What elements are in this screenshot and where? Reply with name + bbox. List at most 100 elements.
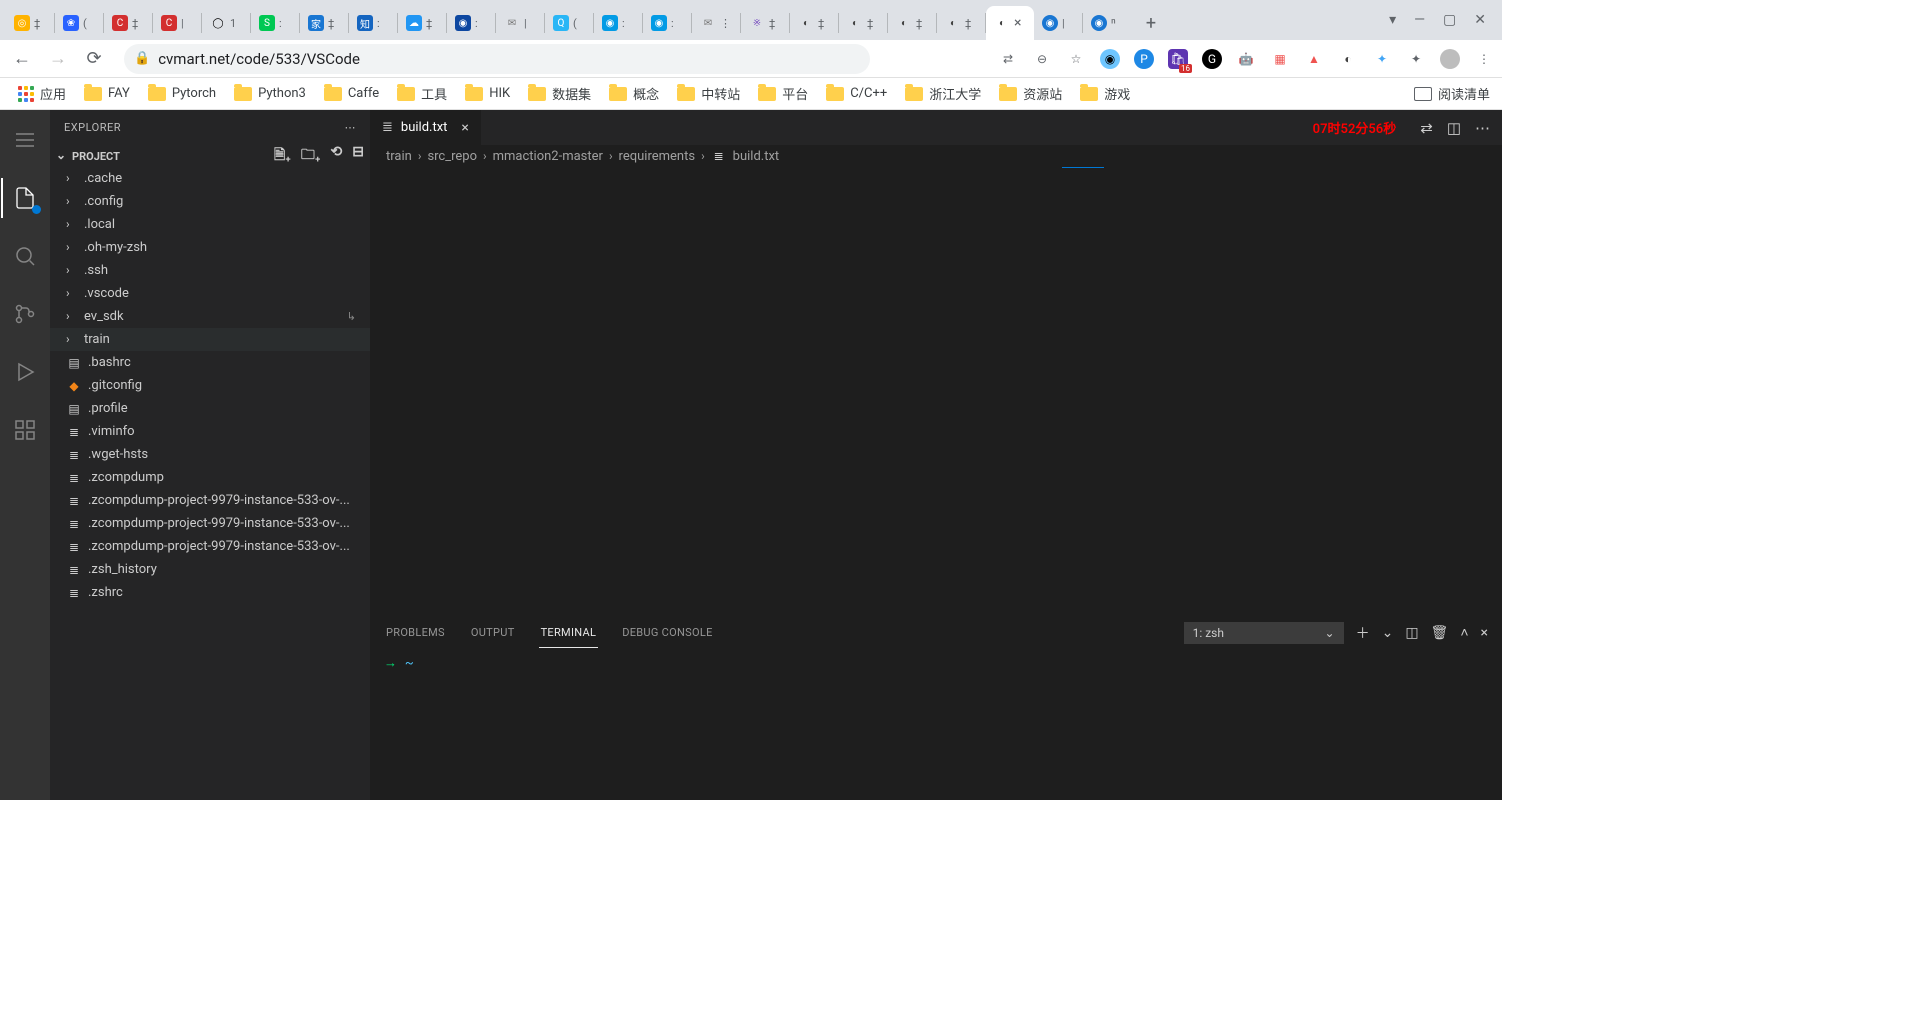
apps-shortcut[interactable]: 应用 bbox=[12, 80, 72, 107]
bookmark-folder[interactable]: 游戏 bbox=[1074, 80, 1136, 107]
new-folder-icon[interactable]: 🗀₊ bbox=[301, 144, 321, 168]
chevron-down-icon[interactable]: ▾ bbox=[1389, 12, 1396, 28]
bookmark-folder[interactable]: FAY bbox=[78, 82, 136, 105]
browser-tab[interactable]: ※‡ bbox=[741, 6, 789, 40]
bookmark-folder[interactable]: 平台 bbox=[752, 80, 814, 107]
tree-file[interactable]: ≣.zcompdump-project-9979-instance-533-ov… bbox=[50, 512, 370, 535]
bookmark-folder[interactable]: 概念 bbox=[603, 80, 665, 107]
close-window-button[interactable]: ✕ bbox=[1474, 12, 1486, 28]
minimize-button[interactable]: — bbox=[1414, 12, 1425, 28]
source-control-tab[interactable] bbox=[1, 294, 49, 334]
browser-tab[interactable]: 知: bbox=[349, 6, 397, 40]
more-icon[interactable]: ⋯ bbox=[345, 121, 357, 134]
refresh-icon[interactable]: ⟲ bbox=[331, 144, 343, 168]
browser-tab[interactable]: ◉: bbox=[594, 6, 642, 40]
browser-tab[interactable]: ☁‡ bbox=[398, 6, 446, 40]
bookmark-folder[interactable]: Caffe bbox=[318, 82, 385, 105]
bookmark-folder[interactable]: Pytorch bbox=[142, 82, 222, 105]
new-terminal-icon[interactable]: ＋ bbox=[1356, 623, 1370, 643]
browser-tab[interactable]: ◐‡ bbox=[937, 6, 985, 40]
close-panel-icon[interactable]: × bbox=[1481, 625, 1488, 641]
reading-list-button[interactable]: 阅读清单 bbox=[1414, 84, 1490, 103]
tree-folder[interactable]: ›.ssh bbox=[50, 259, 370, 282]
profile-avatar[interactable] bbox=[1440, 49, 1460, 69]
close-icon[interactable]: × bbox=[1014, 15, 1021, 31]
split-pane-icon[interactable]: ◫ bbox=[1405, 625, 1418, 641]
tree-file[interactable]: ≣.zcompdump-project-9979-instance-533-ov… bbox=[50, 535, 370, 558]
terminal-selector[interactable]: 1: zsh ⌄ bbox=[1184, 622, 1344, 644]
browser-tab[interactable]: ◉| bbox=[1034, 6, 1082, 40]
run-debug-tab[interactable] bbox=[1, 352, 49, 392]
extension-icon[interactable]: 🛍16 bbox=[1168, 49, 1188, 69]
bookmark-folder[interactable]: C/C++ bbox=[820, 82, 893, 105]
tree-file[interactable]: ◆.gitconfig bbox=[50, 374, 370, 397]
extensions-tab[interactable] bbox=[1, 410, 49, 450]
terminal-body[interactable]: → ~ bbox=[370, 649, 1502, 800]
tree-file[interactable]: ≣.zshrc bbox=[50, 581, 370, 604]
editor-tab[interactable]: ≣ build.txt × bbox=[370, 110, 482, 145]
tree-folder[interactable]: ›.local bbox=[50, 213, 370, 236]
address-bar[interactable]: 🔒 cvmart.net/code/533/VSCode bbox=[124, 44, 870, 74]
browser-tab[interactable]: ◉: bbox=[447, 6, 495, 40]
explorer-tab[interactable] bbox=[1, 178, 49, 218]
tree-folder[interactable]: ›.cache bbox=[50, 167, 370, 190]
close-icon[interactable]: × bbox=[461, 120, 468, 136]
compare-icon[interactable]: ⇄ bbox=[1420, 119, 1433, 137]
browser-tab[interactable]: ◐‡ bbox=[888, 6, 936, 40]
tree-folder[interactable]: ›.config bbox=[50, 190, 370, 213]
browser-tab[interactable]: ◐‡ bbox=[790, 6, 838, 40]
browser-tab[interactable]: Q( bbox=[545, 6, 593, 40]
tree-file[interactable]: ▤.bashrc bbox=[50, 351, 370, 374]
kebab-menu-icon[interactable]: ⋮ bbox=[1474, 49, 1494, 69]
browser-tab[interactable]: ◉: bbox=[643, 6, 691, 40]
tree-file[interactable]: ≣.wget-hsts bbox=[50, 443, 370, 466]
extension-icon[interactable]: ▦ bbox=[1270, 49, 1290, 69]
browser-tab[interactable]: ❀( bbox=[55, 6, 103, 40]
tree-file[interactable]: ≣.zsh_history bbox=[50, 558, 370, 581]
browser-tab[interactable]: S: bbox=[251, 6, 299, 40]
tree-folder[interactable]: ›.vscode bbox=[50, 282, 370, 305]
browser-tab[interactable]: 家‡ bbox=[300, 6, 348, 40]
browser-tab[interactable]: ✉| bbox=[496, 6, 544, 40]
breadcrumb-segment[interactable]: requirements bbox=[619, 149, 696, 164]
extension-icon[interactable]: G bbox=[1202, 49, 1222, 69]
tree-file[interactable]: ≣.zcompdump bbox=[50, 466, 370, 489]
star-icon[interactable]: ☆ bbox=[1066, 49, 1086, 69]
breadcrumb-segment[interactable]: build.txt bbox=[733, 149, 780, 164]
bookmark-folder[interactable]: 中转站 bbox=[671, 80, 746, 107]
bookmark-folder[interactable]: HIK bbox=[459, 82, 516, 105]
bookmark-folder[interactable]: Python3 bbox=[228, 82, 312, 105]
trash-icon[interactable]: 🗑 bbox=[1431, 625, 1449, 641]
translate-icon[interactable]: ⇄ bbox=[998, 49, 1018, 69]
search-tab[interactable] bbox=[1, 236, 49, 276]
forward-button[interactable]: → bbox=[44, 45, 72, 73]
back-button[interactable]: ← bbox=[8, 45, 36, 73]
editor-body[interactable] bbox=[370, 167, 1502, 615]
browser-tab-active[interactable]: ◐× bbox=[986, 6, 1034, 40]
browser-tab[interactable]: ◎‡ bbox=[6, 6, 54, 40]
breadcrumb-segment[interactable]: train bbox=[386, 149, 412, 164]
chevron-up-icon[interactable]: ˄ bbox=[1460, 624, 1468, 641]
bookmark-folder[interactable]: 数据集 bbox=[522, 80, 597, 107]
tree-file[interactable]: ≣.zcompdump-project-9979-instance-533-ov… bbox=[50, 489, 370, 512]
panel-tab-debug-console[interactable]: DEBUG CONSOLE bbox=[620, 618, 714, 647]
tree-folder[interactable]: ›.oh-my-zsh bbox=[50, 236, 370, 259]
bookmark-folder[interactable]: 浙江大学 bbox=[899, 80, 987, 107]
tree-folder[interactable]: ›ev_sdk↳ bbox=[50, 305, 370, 328]
project-section-header[interactable]: ⌄ PROJECT 🗎₊ 🗀₊ ⟲ ⊟ bbox=[50, 145, 370, 167]
reload-button[interactable]: ⟳ bbox=[80, 45, 108, 73]
bookmark-folder[interactable]: 工具 bbox=[391, 80, 453, 107]
breadcrumb-segment[interactable]: src_repo bbox=[427, 149, 477, 164]
more-icon[interactable]: ⋯ bbox=[1475, 119, 1490, 137]
browser-tab[interactable]: ◐‡ bbox=[839, 6, 887, 40]
browser-tab[interactable]: ◉ⁿ bbox=[1083, 6, 1131, 40]
extension-icon[interactable]: ✦ bbox=[1372, 49, 1392, 69]
split-editor-icon[interactable]: ◫ bbox=[1447, 119, 1461, 137]
panel-tab-terminal[interactable]: TERMINAL bbox=[539, 618, 599, 648]
breadcrumb[interactable]: train› src_repo› mmaction2-master› requi… bbox=[370, 145, 1502, 167]
tree-file[interactable]: ▤.profile bbox=[50, 397, 370, 420]
tree-folder[interactable]: ›train bbox=[50, 328, 370, 351]
extension-icon[interactable]: ◉ bbox=[1100, 49, 1120, 69]
extension-icon[interactable]: ◐ bbox=[1338, 49, 1358, 69]
extension-icon[interactable]: 🤖 bbox=[1236, 49, 1256, 69]
